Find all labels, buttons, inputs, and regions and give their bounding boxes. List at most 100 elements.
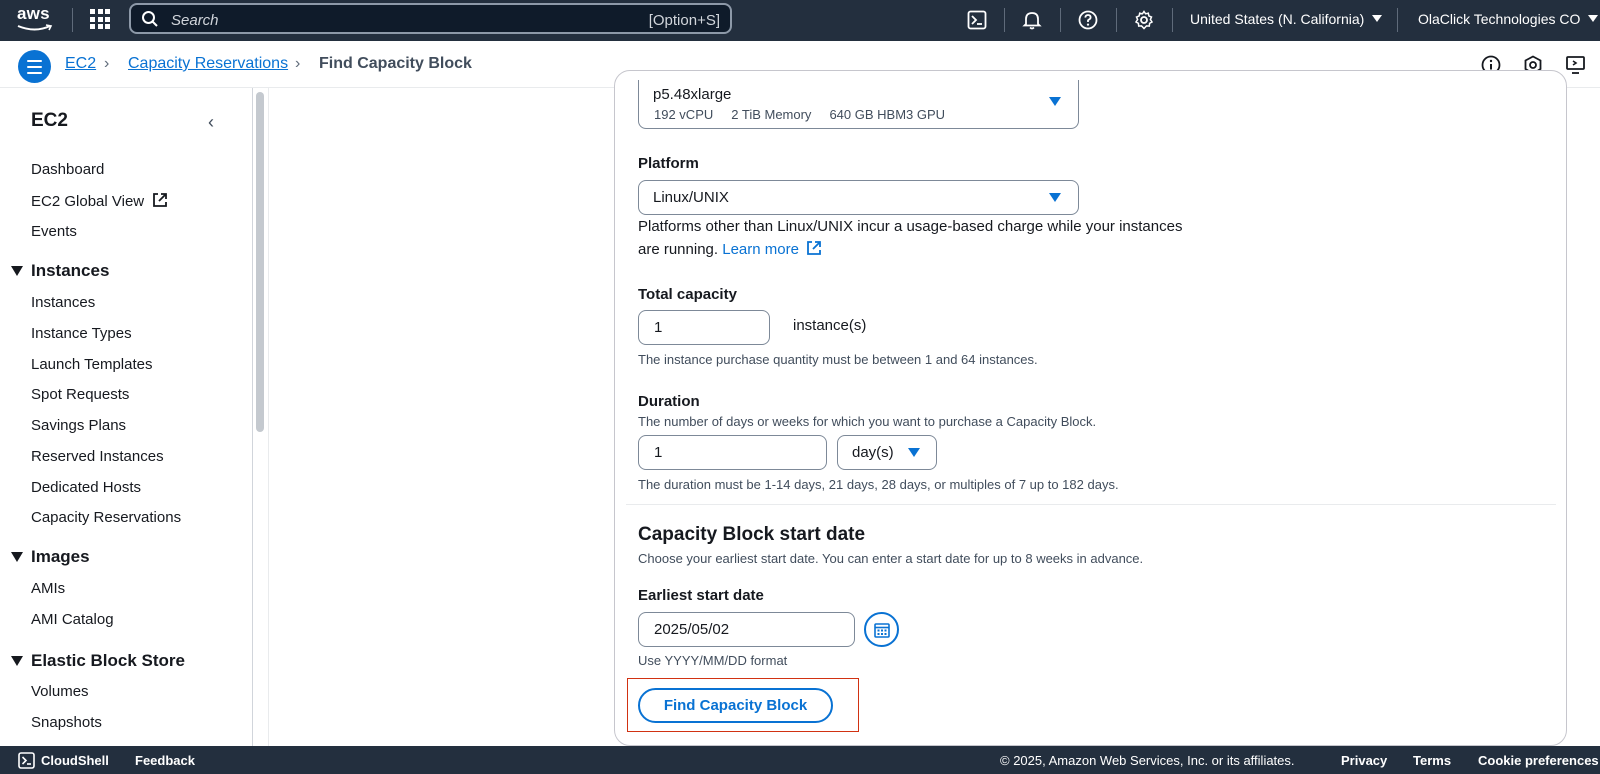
vcpu-spec: 192 vCPU xyxy=(654,107,714,122)
chevron-down-icon xyxy=(1372,15,1383,22)
collapse-sidebar-icon[interactable]: ‹ xyxy=(208,112,214,133)
platform-select[interactable]: Linux/UNIX xyxy=(638,180,1079,215)
sidebar-item-capacity-reservations[interactable]: Capacity Reservations xyxy=(31,509,181,526)
sidebar-item-instance-types[interactable]: Instance Types xyxy=(31,325,132,342)
cloudshell-link[interactable]: CloudShell xyxy=(41,753,109,768)
duration-label: Duration xyxy=(638,393,700,410)
sidebar-item-spot-requests[interactable]: Spot Requests xyxy=(31,386,129,403)
sidebar-title: EC2 xyxy=(31,110,68,131)
sidebar-item-ami-catalog[interactable]: AMI Catalog xyxy=(31,611,114,628)
learn-more-label: Learn more xyxy=(722,241,799,258)
breadcrumb-ec2[interactable]: EC2 xyxy=(65,55,96,73)
gpu-spec: 640 GB HBM3 GPU xyxy=(829,107,946,122)
divider xyxy=(1116,8,1117,32)
region-selector[interactable]: United States (N. California) xyxy=(1190,11,1383,27)
sidebar-item-dedicated-hosts[interactable]: Dedicated Hosts xyxy=(31,479,141,496)
caret-down-icon[interactable] xyxy=(11,656,23,666)
platform-label: Platform xyxy=(638,155,699,172)
caret-down-icon[interactable] xyxy=(11,266,23,276)
platform-help-line-2: are running. Learn more xyxy=(638,240,822,258)
platform-help-text: are running. xyxy=(638,241,719,258)
instance-type-select[interactable]: p5.48xlarge 192 vCPU 2 TiB Memory 640 GB H… xyxy=(638,80,1079,129)
external-link-icon xyxy=(807,241,822,255)
terms-link[interactable]: Terms xyxy=(1413,753,1451,768)
help-icon[interactable] xyxy=(1076,8,1100,32)
chevron-right-icon: › xyxy=(295,55,301,72)
privacy-link[interactable]: Privacy xyxy=(1341,753,1387,768)
search-placeholder: Search xyxy=(171,12,219,29)
sidebar-item-reserved-instances[interactable]: Reserved Instances xyxy=(31,448,164,465)
search-input[interactable]: Search [Option+S] xyxy=(129,3,732,34)
divider xyxy=(1397,8,1398,32)
duration-input[interactable]: 1 xyxy=(638,435,827,470)
region-label: United States (N. California) xyxy=(1190,11,1365,27)
section-divider xyxy=(626,504,1556,505)
sidebar-section-instances[interactable]: Instances xyxy=(31,261,109,281)
instance-type-specs: 192 vCPU 2 TiB Memory 640 GB HBM3 GPU xyxy=(654,107,945,122)
duration-description: The number of days or weeks for which yo… xyxy=(638,414,1097,429)
calendar-icon xyxy=(873,622,890,638)
earliest-start-date-input[interactable]: 2025/05/02 xyxy=(638,612,855,647)
find-capacity-block-button[interactable]: Find Capacity Block xyxy=(638,688,833,723)
notifications-bell-icon[interactable] xyxy=(1020,8,1044,32)
sidebar-item-global-view[interactable]: EC2 Global View xyxy=(31,192,168,210)
cookie-preferences-link[interactable]: Cookie preferences xyxy=(1478,753,1599,768)
duration-value: 1 xyxy=(654,444,663,461)
caret-down-icon[interactable] xyxy=(11,552,23,562)
sidebar-item-volumes[interactable]: Volumes xyxy=(31,683,89,700)
total-capacity-help: The instance purchase quantity must be b… xyxy=(638,352,1038,367)
cloudshell-icon[interactable] xyxy=(965,8,989,32)
copyright-text: © 2025, Amazon Web Services, Inc. or its… xyxy=(1000,753,1295,768)
learn-more-link[interactable]: Learn more xyxy=(722,241,822,258)
caret-down-icon xyxy=(1049,97,1061,106)
aws-logo-text: aws xyxy=(17,4,50,23)
sidebar-item-dashboard[interactable]: Dashboard xyxy=(31,161,104,178)
calendar-button[interactable] xyxy=(864,612,899,647)
footer: CloudShell Feedback © 2025, Amazon Web S… xyxy=(0,746,1600,774)
sidebar-item-amis[interactable]: AMIs xyxy=(31,580,65,597)
sidebar-item-events[interactable]: Events xyxy=(31,223,77,240)
sidebar-item-launch-templates[interactable]: Launch Templates xyxy=(31,356,152,373)
divider xyxy=(72,8,73,32)
earliest-start-date-value: 2025/05/02 xyxy=(654,621,730,638)
instance-type-value: p5.48xlarge xyxy=(653,86,732,103)
cloudshell-icon[interactable] xyxy=(18,752,35,769)
sidebar-item-instances[interactable]: Instances xyxy=(31,294,95,311)
memory-spec: 2 TiB Memory xyxy=(731,107,812,122)
sidebar-item-snapshots[interactable]: Snapshots xyxy=(31,714,102,731)
sidebar-section-elastic-block-store[interactable]: Elastic Block Store xyxy=(31,651,185,671)
external-link-icon xyxy=(153,193,168,207)
duration-unit-value: day(s) xyxy=(852,444,894,461)
chevron-down-icon xyxy=(1588,15,1599,22)
divider xyxy=(1004,8,1005,32)
aws-logo[interactable]: aws xyxy=(17,4,57,34)
account-label: OlaClick Technologies CO xyxy=(1418,11,1581,27)
sidebar-item-savings-plans[interactable]: Savings Plans xyxy=(31,417,126,434)
caret-down-icon xyxy=(1049,193,1061,202)
top-navigation: aws Search [Option+S] United States (N. … xyxy=(0,0,1600,41)
navigation-menu-button[interactable] xyxy=(18,50,51,83)
caret-down-icon xyxy=(908,448,920,457)
total-capacity-value: 1 xyxy=(654,319,663,336)
divider xyxy=(1060,8,1061,32)
settings-gear-icon[interactable] xyxy=(1132,8,1156,32)
breadcrumb-current: Find Capacity Block xyxy=(319,55,472,72)
start-date-description: Choose your earliest start date. You can… xyxy=(638,551,1144,566)
feedback-link[interactable]: Feedback xyxy=(135,753,195,768)
chevron-right-icon: › xyxy=(104,55,110,72)
start-date-heading: Capacity Block start date xyxy=(638,524,866,545)
breadcrumb-capacity-reservations[interactable]: Capacity Reservations xyxy=(128,55,288,73)
aws-smile-icon xyxy=(17,24,53,31)
sidebar-section-images[interactable]: Images xyxy=(31,547,90,567)
search-icon xyxy=(142,11,158,27)
side-navigation: EC2 ‹ Dashboard EC2 Global View Events I… xyxy=(0,88,253,746)
sidebar-scrollbar[interactable] xyxy=(256,92,264,432)
duration-unit-select[interactable]: day(s) xyxy=(837,435,937,470)
account-menu[interactable]: OlaClick Technologies CO xyxy=(1418,11,1599,27)
total-capacity-input[interactable]: 1 xyxy=(638,310,770,345)
display-preferences-icon[interactable] xyxy=(1565,54,1587,76)
sidebar-item-label: EC2 Global View xyxy=(31,193,145,210)
date-format-help: Use YYYY/MM/DD format xyxy=(638,653,788,668)
services-grid-icon[interactable] xyxy=(90,9,110,29)
divider xyxy=(268,88,269,746)
